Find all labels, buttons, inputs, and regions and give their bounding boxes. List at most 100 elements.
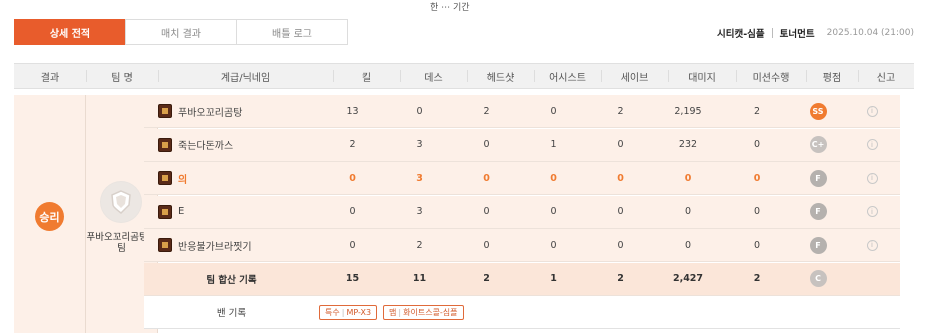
player-nickname[interactable]: 의 [178,171,187,186]
report-icon[interactable]: i [866,239,878,251]
ban-record-row: 밴 기록 특수 | MP-X3 맵 | 화이트스콜-심플 [144,296,900,329]
ban-chip: 맵 | 화이트스콜-심플 [383,304,464,320]
stat-save: 0 [617,139,624,150]
report-cell: i [844,95,900,127]
stat-assist: 0 [550,206,557,217]
stat-damage: 2,195 [674,105,702,117]
col-headshot: 헤드샷 [486,72,515,84]
report-icon[interactable]: i [866,206,878,217]
table-header: 결과 팀 명 계급/닉네임 킬 데스 헤드샷 어시스트 세이브 대미지 미션수행… [14,63,914,89]
stat-kill: 0 [349,172,356,184]
stat-kill: 2 [349,139,356,150]
grade-cell: F [792,162,844,194]
player-nick-cell: 푸바오꼬리곰탕 [158,95,318,127]
tab-battle-log[interactable]: 배틀 로그 [236,19,348,45]
stat-death: 3 [416,139,423,150]
match-mode: 토너먼트 [779,29,815,40]
rank-icon [158,171,172,185]
grade-cell: F [792,196,844,228]
col-death: 데스 [424,72,443,84]
stat-mission: 0 [753,139,761,150]
result-column: 승리 [14,95,86,333]
col-report: 신고 [876,72,896,84]
report-icon[interactable]: i [866,139,878,150]
team-total-label: 팀 합산 기록 [206,274,257,286]
player-row: 푸바오꼬리곰탕 13 0 2 0 2 2,195 2 SS i [144,95,900,128]
stat-save: 0 [617,172,624,184]
top-fragment: 한 ⋯ 기간 [430,3,470,13]
tab-match-result[interactable]: 매치 결과 [125,19,237,45]
stat-damage: 0 [684,172,692,184]
stat-save: 0 [617,239,624,251]
stat-assist: 0 [550,105,557,117]
ban-record-label: 밴 기록 [216,308,247,319]
grade-badge-icon: F [809,169,827,187]
player-nickname[interactable]: E [178,206,184,217]
rank-icon [158,204,172,219]
col-save: 세이브 [620,72,649,84]
rank-icon [158,238,172,252]
rank-icon [158,104,172,118]
report-cell: i [844,162,900,194]
match-map: 시티캣-심플 [717,29,765,40]
stat-save: 0 [617,206,624,217]
stat-head: 0 [483,206,490,217]
total-mission: 2 [753,273,761,284]
report-icon[interactable]: i [866,172,878,184]
col-mission: 미션수행 [752,72,790,84]
stat-death: 2 [416,239,423,251]
col-team: 팀 명 [111,72,133,84]
total-head: 2 [483,273,490,284]
grade-cell: C+ [792,129,844,161]
total-save: 2 [617,273,624,284]
stat-damage: 0 [684,239,692,251]
ban-chip-list: 특수 | MP-X3 맵 | 화이트스콜-심플 [319,296,619,328]
stat-mission: 0 [753,239,761,251]
player-nick-cell: E [158,196,318,228]
grade-badge-icon: F [809,236,827,254]
stat-kill: 0 [349,206,356,217]
tab-detail-record[interactable]: 상세 전적 [14,19,126,45]
player-nickname[interactable]: 반응불가브라찟기 [178,238,252,253]
col-grade: 평점 [822,72,842,84]
tab-bar: 상세 전적 매치 결과 배틀 로그 [14,19,348,45]
rank-icon [158,137,172,152]
stat-mission: 0 [753,206,761,217]
stat-head: 2 [483,105,490,117]
stat-kill: 0 [349,239,356,251]
stat-mission: 2 [753,105,761,117]
report-icon[interactable]: i [866,105,878,117]
stat-damage: 232 [678,139,698,150]
stat-assist: 1 [550,139,557,150]
player-nickname[interactable]: 죽는다돈까스 [178,137,233,152]
report-cell: i [844,129,900,161]
total-assist: 1 [550,273,557,284]
grade-cell: C [792,263,844,295]
grade-badge-icon: C+ [809,136,827,153]
stat-damage: 0 [684,206,692,217]
stat-assist: 0 [550,172,557,184]
player-nick-cell: 죽는다돈까스 [158,129,318,161]
player-nickname[interactable]: 푸바오꼬리곰탕 [178,104,242,119]
grade-cell: F [792,229,844,261]
player-row: 반응불가브라찟기 0 2 0 0 0 0 0 F i [144,229,900,262]
total-damage: 2,427 [672,273,704,284]
total-death: 11 [412,273,427,284]
ban-chip: 특수 | MP-X3 [319,304,378,320]
col-assist: 어시스트 [549,72,586,84]
stat-death: 3 [416,172,423,184]
grade-badge-icon: F [809,203,827,220]
player-nick-cell: 반응불가브라찟기 [158,229,318,261]
stat-head: 0 [483,239,490,251]
win-badge: 승리 [35,202,64,231]
stat-death: 3 [416,206,423,217]
col-kill: 킬 [361,72,372,84]
team-total-row: 팀 합산 기록 15 11 2 1 2 2,427 2 C [144,262,900,296]
stat-death: 0 [416,105,423,117]
stat-head: 0 [483,172,490,184]
player-row: 죽는다돈까스 2 3 0 1 0 232 0 C+ i [144,128,900,162]
player-row: E 0 3 0 0 0 0 0 F i [144,195,900,229]
stat-mission: 0 [753,172,761,184]
grade-badge-icon: SS [809,102,827,120]
stat-save: 2 [617,105,624,117]
